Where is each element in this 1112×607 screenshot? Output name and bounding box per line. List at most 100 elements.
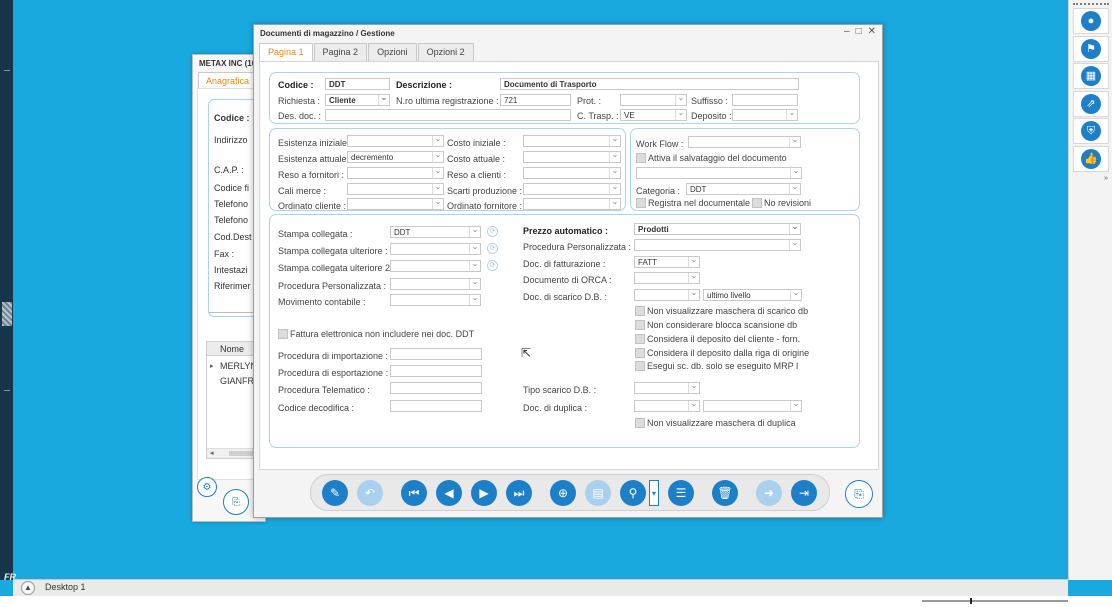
check-0-checkbox[interactable] <box>635 306 645 316</box>
stampa-ulteriore2-select[interactable] <box>390 260 481 272</box>
edit-button[interactable]: ✎ <box>322 480 348 506</box>
doc-scarico-level-select[interactable]: ultimo livello <box>703 289 802 301</box>
codice-field[interactable]: DDT <box>325 78 390 90</box>
cali-merce-select[interactable] <box>347 183 444 195</box>
tab-opzioni[interactable]: Opzioni <box>368 43 417 61</box>
previous-record-button[interactable]: ◀ <box>436 480 462 506</box>
like-button[interactable]: 👍 <box>1073 146 1109 172</box>
ctrasp-label: C. Trasp. : <box>577 111 619 121</box>
fattura-elettronica-checkbox[interactable] <box>278 329 288 339</box>
workflow-extra-field[interactable] <box>636 167 802 179</box>
stampa-ulteriore-select[interactable] <box>390 243 481 255</box>
apps-grid-button[interactable]: ▦ <box>1073 63 1109 89</box>
codice-decodifica-field[interactable] <box>390 400 482 412</box>
procedura-telematico-field[interactable] <box>390 382 482 394</box>
tab-anagrafica[interactable]: Anagrafica <box>198 72 256 88</box>
no-revisioni-checkbox[interactable] <box>752 198 762 208</box>
esistenza-iniziale-select[interactable] <box>347 135 444 147</box>
panel-grip[interactable] <box>1073 3 1109 5</box>
refresh-icon[interactable]: ⟳ <box>487 226 498 237</box>
copy-document-icon[interactable]: ⎘ <box>223 489 249 515</box>
last-record-button[interactable]: ⏭ <box>506 480 532 506</box>
doc-duplica-second-select[interactable] <box>703 400 802 412</box>
richiesta-select[interactable]: Cliente <box>325 94 390 106</box>
tipo-scarico-select[interactable] <box>634 382 700 394</box>
suffisso-field[interactable] <box>732 94 798 106</box>
non-visualizzare-duplica-checkbox[interactable] <box>635 418 645 428</box>
first-record-button[interactable]: ⏮ <box>401 480 427 506</box>
procedura-personalizzata-field[interactable] <box>390 278 481 290</box>
descrizione-field[interactable]: Documento di Trasporto <box>500 78 799 90</box>
search-button[interactable]: ⚲ <box>620 480 646 506</box>
field-label: C.A.P. : <box>214 165 244 175</box>
next-record-button[interactable]: ▶ <box>471 480 497 506</box>
costo-iniziale-select[interactable] <box>523 135 621 147</box>
doc-fatturazione-select[interactable]: FATT <box>634 256 700 268</box>
check-1-checkbox[interactable] <box>635 320 645 330</box>
scroll-marker[interactable] <box>970 598 972 604</box>
stampa-collegata-label: Stampa collegata : <box>278 229 353 239</box>
shield-button[interactable]: ⛨ <box>1073 118 1109 144</box>
doc-duplica-select[interactable] <box>634 400 700 412</box>
exit-button[interactable]: ⇥ <box>791 480 817 506</box>
new-document-button[interactable]: ⊕ <box>550 480 576 506</box>
procedura-esportazione-field[interactable] <box>390 365 482 377</box>
delete-button[interactable]: 🗑 <box>712 480 738 506</box>
reso-fornitori-select[interactable] <box>347 167 444 179</box>
footer-scrollbar[interactable] <box>922 598 1068 604</box>
workflow-select[interactable] <box>688 136 801 148</box>
search-options-dropdown[interactable]: ▾ <box>649 480 659 506</box>
minimize-icon[interactable]: – <box>844 26 850 37</box>
ctrasp-field[interactable]: VE <box>620 109 687 121</box>
esistenza-attuale-select[interactable]: decremento <box>347 151 444 163</box>
nro-registrazione-field[interactable]: 721 <box>500 94 571 106</box>
tab-pagina-1[interactable]: Pagina 1 <box>259 43 313 61</box>
taskbar-up-button[interactable]: ▲ <box>21 581 35 595</box>
attiva-salvataggio-checkbox[interactable] <box>636 153 646 163</box>
reso-clienti-select[interactable] <box>523 167 621 179</box>
costo-attuale-select[interactable] <box>523 151 621 163</box>
table-row[interactable]: GIANFR <box>220 376 254 386</box>
scroll-left-icon[interactable]: ◂ <box>210 449 214 457</box>
stampa-collegata-select[interactable]: DDT <box>390 226 481 238</box>
list-button[interactable]: ☰ <box>668 480 694 506</box>
expand-arrow-icon[interactable]: » <box>1104 175 1108 182</box>
movimento-contabile-field[interactable] <box>390 294 481 306</box>
save-button[interactable]: ▤ <box>585 480 611 506</box>
settings-icon[interactable]: ⚙ <box>197 477 217 497</box>
maximize-icon[interactable]: □ <box>856 26 862 37</box>
flags-button[interactable]: ⚑ <box>1073 36 1109 62</box>
refresh-icon[interactable]: ⟳ <box>487 260 498 271</box>
check-3-checkbox[interactable] <box>635 348 645 358</box>
undo-button[interactable]: ↶ <box>357 480 383 506</box>
export-button[interactable]: ⇗ <box>1073 91 1109 117</box>
forward-button[interactable]: ➜ <box>756 480 782 506</box>
desktop-tab[interactable]: Desktop 1 <box>45 582 86 592</box>
desdoc-field[interactable] <box>325 109 571 121</box>
doc-scarico-select[interactable] <box>634 289 700 301</box>
refresh-icon[interactable]: ⟳ <box>487 243 498 254</box>
table-row[interactable]: MERLYN <box>220 361 257 371</box>
deposito-field[interactable] <box>732 109 798 121</box>
edge-grip[interactable] <box>2 302 12 326</box>
prot-field[interactable] <box>620 94 687 106</box>
documento-orca-select[interactable] <box>634 272 700 284</box>
procedura-esportazione-label: Procedura di esportazione : <box>278 368 389 378</box>
prezzo-automatico-select[interactable]: Prodotti <box>634 223 801 235</box>
ordinato-fornitore-select[interactable] <box>523 198 621 210</box>
close-icon[interactable]: ✕ <box>868 26 876 37</box>
check-4-checkbox[interactable] <box>635 361 645 371</box>
grid-header-nome[interactable]: Nome <box>220 344 244 354</box>
procedura-personalizzata-right-field[interactable] <box>634 239 801 251</box>
user-button[interactable]: ● <box>1073 8 1109 34</box>
tab-opzioni-2[interactable]: Opzioni 2 <box>417 43 474 61</box>
check-2-checkbox[interactable] <box>635 334 645 344</box>
scarti-produzione-select[interactable] <box>523 183 621 195</box>
procedura-importazione-field[interactable] <box>390 348 482 360</box>
tab-pagina-2[interactable]: Pagina 2 <box>313 43 368 61</box>
categoria-select[interactable]: DDT <box>686 183 801 195</box>
nro-registrazione-label: N.ro ultima registrazione : <box>396 96 499 106</box>
registra-documentale-checkbox[interactable] <box>636 198 646 208</box>
ordinato-cliente-select[interactable] <box>347 198 444 210</box>
copy-document-button[interactable]: ⎘ <box>845 480 873 508</box>
